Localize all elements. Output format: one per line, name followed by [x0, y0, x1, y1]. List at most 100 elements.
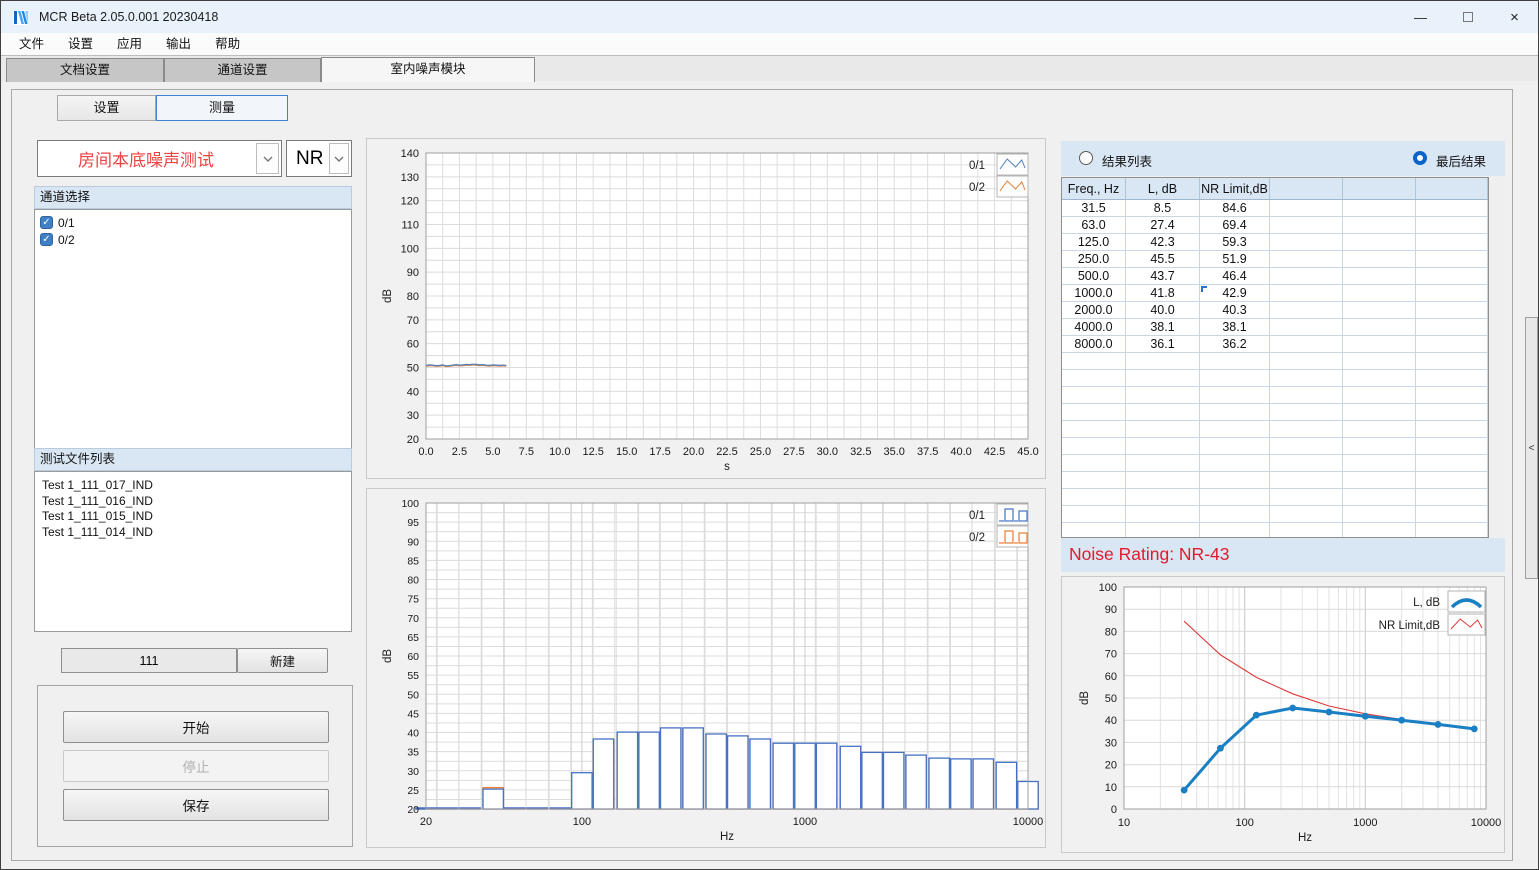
table-row[interactable]	[1062, 489, 1488, 506]
menu-item-4[interactable]: 帮助	[203, 33, 252, 55]
checkbox-icon[interactable]: ✓	[40, 233, 53, 246]
checkbox-icon[interactable]: ✓	[40, 216, 53, 229]
result-list-radio[interactable]	[1079, 151, 1093, 165]
table-cell: 84.6	[1200, 200, 1270, 217]
collapse-panel-handle[interactable]: <	[1525, 317, 1538, 579]
table-cell	[1416, 268, 1488, 285]
test-file-listbox[interactable]: Test 1_111_017_INDTest 1_111_016_INDTest…	[34, 471, 352, 632]
table-row[interactable]: 63.027.469.4	[1062, 217, 1488, 234]
table-cell: 43.7	[1126, 268, 1200, 285]
svg-text:30: 30	[407, 410, 419, 422]
channel-item-0-1[interactable]: ✓ 0/1	[35, 214, 351, 231]
last-result-radio[interactable]	[1413, 151, 1427, 165]
table-cell	[1343, 370, 1416, 387]
table-row[interactable]	[1062, 438, 1488, 455]
table-row[interactable]	[1062, 472, 1488, 489]
table-header-cell: L, dB	[1126, 178, 1200, 200]
result-table[interactable]: Freq., HzL, dBNR Limit,dB31.58.584.663.0…	[1061, 177, 1489, 538]
start-button[interactable]: 开始	[63, 711, 329, 743]
table-cell	[1270, 387, 1343, 404]
table-row[interactable]: 4000.038.138.1	[1062, 319, 1488, 336]
table-row[interactable]: 500.043.746.4	[1062, 268, 1488, 285]
tab-doc-settings[interactable]: 文档设置	[6, 58, 164, 82]
table-cell	[1416, 319, 1488, 336]
table-cell	[1416, 506, 1488, 523]
svg-text:10: 10	[1118, 817, 1130, 829]
svg-text:17.5: 17.5	[649, 446, 670, 458]
table-header-cell	[1270, 178, 1343, 200]
table-cell	[1270, 404, 1343, 421]
test-file-item[interactable]: Test 1_111_014_IND	[35, 525, 351, 541]
table-cell	[1270, 234, 1343, 251]
table-cell	[1200, 353, 1270, 370]
subtab-settings[interactable]: 设置	[57, 95, 156, 121]
table-row[interactable]: 250.045.551.9	[1062, 251, 1488, 268]
table-cell	[1270, 302, 1343, 319]
app-window: MCR Beta 2.05.0.001 20230418 — × 文件设置应用输…	[0, 0, 1539, 870]
svg-text:0/1: 0/1	[969, 160, 985, 172]
menu-item-0[interactable]: 文件	[7, 33, 56, 55]
table-row[interactable]	[1062, 387, 1488, 404]
svg-text:70: 70	[1105, 649, 1117, 661]
table-cell	[1343, 285, 1416, 302]
rating-type-combo[interactable]: NR	[286, 140, 352, 177]
minimize-button[interactable]: —	[1397, 1, 1444, 33]
table-row[interactable]: 2000.040.040.3	[1062, 302, 1488, 319]
tab-channel-settings[interactable]: 通道设置	[164, 58, 321, 82]
table-row[interactable]	[1062, 506, 1488, 523]
channel-listbox[interactable]: ✓ 0/1✓0/2	[34, 209, 352, 449]
table-cell: 40.3	[1200, 302, 1270, 319]
test-file-item[interactable]: Test 1_111_015_IND	[35, 509, 351, 525]
svg-text:140: 140	[401, 148, 419, 160]
table-cell	[1062, 370, 1126, 387]
chevron-down-icon[interactable]	[329, 143, 349, 174]
channel-label: 0/1	[58, 216, 75, 230]
table-cell: 38.1	[1126, 319, 1200, 336]
table-header-cell: Freq., Hz	[1062, 178, 1126, 200]
svg-text:100: 100	[401, 498, 419, 510]
table-cell	[1416, 285, 1488, 302]
table-cell	[1200, 472, 1270, 489]
svg-text:90: 90	[407, 536, 419, 548]
table-row[interactable]	[1062, 404, 1488, 421]
test-type-combo[interactable]: 房间本底噪声测试	[37, 140, 282, 177]
table-row[interactable]	[1062, 455, 1488, 472]
svg-text:80: 80	[407, 291, 419, 303]
menu-item-3[interactable]: 输出	[154, 33, 203, 55]
svg-text:65: 65	[407, 632, 419, 644]
subtab-measure[interactable]: 测量	[156, 95, 288, 121]
menu-item-1[interactable]: 设置	[56, 33, 105, 55]
save-button[interactable]: 保存	[63, 789, 329, 821]
svg-text:20.0: 20.0	[683, 446, 704, 458]
table-row[interactable]	[1062, 370, 1488, 387]
file-name-input[interactable]	[61, 648, 237, 673]
table-cell	[1270, 353, 1343, 370]
channel-item-0-2[interactable]: ✓0/2	[35, 231, 351, 248]
stop-button[interactable]: 停止	[63, 750, 329, 782]
svg-text:dB: dB	[1079, 691, 1091, 705]
table-cell	[1062, 387, 1126, 404]
table-cell: 41.8	[1126, 285, 1200, 302]
table-row[interactable]: 125.042.359.3	[1062, 234, 1488, 251]
table-cell	[1343, 438, 1416, 455]
close-button[interactable]: ×	[1491, 1, 1538, 33]
table-row[interactable]: 1000.041.842.9	[1062, 285, 1488, 302]
menu-item-2[interactable]: 应用	[105, 33, 154, 55]
table-row[interactable]: 31.58.584.6	[1062, 200, 1488, 217]
table-cell	[1200, 506, 1270, 523]
svg-text:30.0: 30.0	[817, 446, 838, 458]
table-row[interactable]	[1062, 421, 1488, 438]
table-cell	[1126, 353, 1200, 370]
test-file-item[interactable]: Test 1_111_017_IND	[35, 478, 351, 494]
table-row[interactable]: 8000.036.136.2	[1062, 336, 1488, 353]
table-cell	[1062, 506, 1126, 523]
new-button[interactable]: 新建	[237, 648, 328, 673]
tab-indoor-noise[interactable]: 室内噪声模块	[321, 57, 535, 82]
svg-text:10000: 10000	[1471, 817, 1502, 829]
test-file-item[interactable]: Test 1_111_016_IND	[35, 494, 351, 510]
chevron-down-icon[interactable]	[256, 143, 279, 174]
table-row[interactable]	[1062, 353, 1488, 370]
maximize-button[interactable]	[1444, 1, 1491, 33]
svg-text:50: 50	[1105, 693, 1117, 705]
table-row[interactable]	[1062, 523, 1488, 538]
